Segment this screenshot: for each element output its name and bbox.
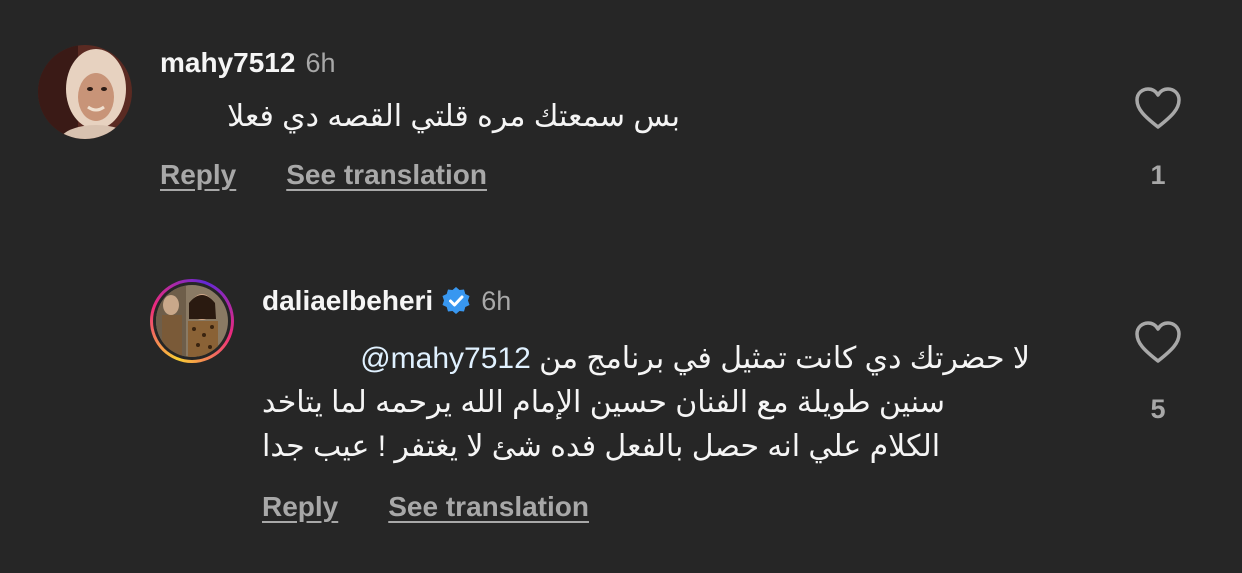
verified-badge-icon [442,287,470,314]
avatar-daliaelbeheri [156,285,228,357]
reply-button[interactable]: Reply [262,491,338,523]
story-ring[interactable] [150,279,234,363]
comment-actions: Reply See translation [262,490,589,524]
see-translation-button[interactable]: See translation [286,159,487,191]
comment-line-3: الكلام علي انه حصل بالفعل فده شئ لا يغتف… [262,430,941,463]
comment-text: بس سمعتك مره قلتي القصه دي فعلا [227,100,680,133]
profile-photo-icon [156,285,228,357]
mention-link[interactable]: @mahy7512 [360,342,531,375]
username[interactable]: mahy7512 [160,47,295,79]
avatar-mahy7512[interactable] [38,45,132,139]
like-count: 1 [1150,160,1166,190]
heart-icon[interactable] [1134,86,1182,130]
timestamp[interactable]: 6h [305,48,335,79]
comment-text: لا حضرتك دي كانت تمثيل في برنامج من @mah… [262,337,1042,469]
comment-mahy7512: mahy7512 6h بس سمعتك مره قلتي القصه دي ف… [0,0,1242,220]
comment-daliaelbeheri: daliaelbeheri 6h لا حضرتك دي كانت تمثيل … [0,260,1242,560]
comment-line-1: لا حضرتك دي كانت تمثيل في برنامج من @mah… [262,337,1030,381]
profile-photo-icon [38,45,132,139]
comment-line-1-text: لا حضرتك دي كانت تمثيل في برنامج من [539,342,1030,375]
comment-header: mahy7512 6h [160,46,335,80]
see-translation-button[interactable]: See translation [388,491,589,523]
heart-icon[interactable] [1134,320,1182,364]
comment-line-2: سنين طويلة مع الفنان حسين الإمام الله ير… [262,386,945,419]
reply-button[interactable]: Reply [160,159,236,191]
timestamp[interactable]: 6h [481,286,511,317]
comment-actions: Reply See translation [160,158,487,192]
comment-header: daliaelbeheri 6h [262,284,511,318]
like-count: 5 [1150,394,1166,424]
username[interactable]: daliaelbeheri [262,285,433,317]
